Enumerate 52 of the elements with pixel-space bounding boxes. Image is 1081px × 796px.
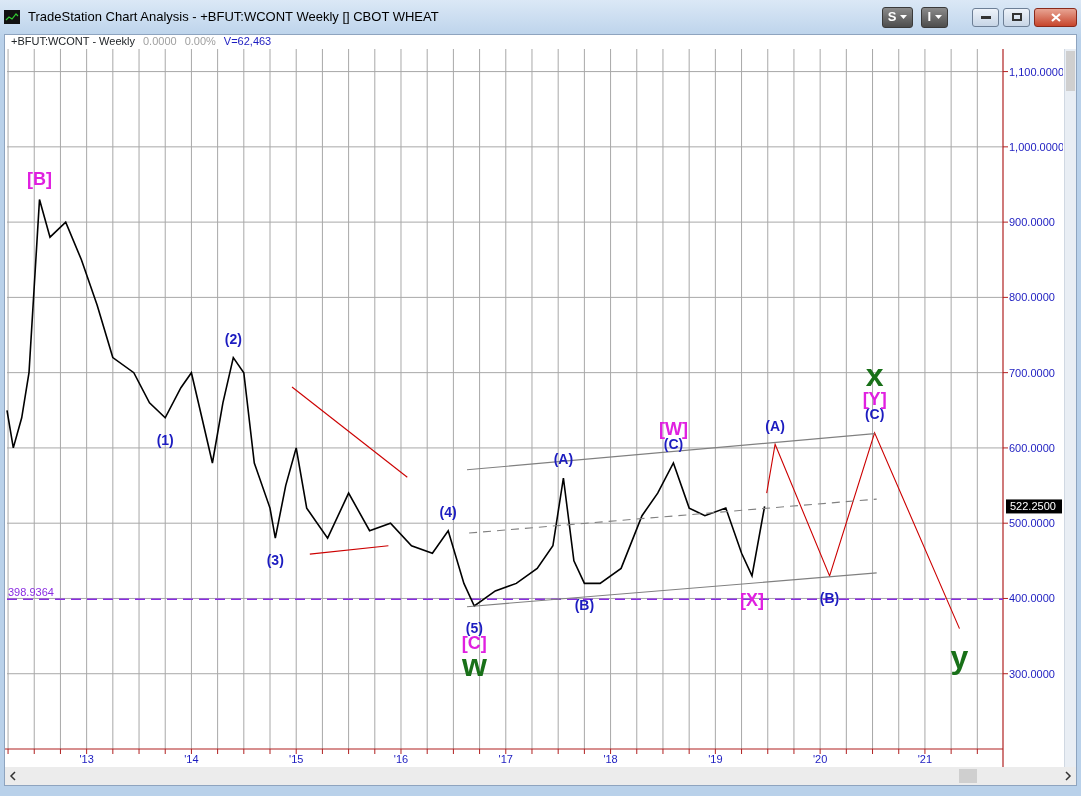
scroll-left-icon[interactable] [9,771,16,781]
wave-label: (B) [819,589,840,606]
axis-label: 1,100.0000 [1009,65,1063,78]
volume-label: V=62,463 [223,35,272,49]
maximize-icon [1011,13,1022,21]
change-percent: 0.00% [184,35,216,49]
axis-label: '18 [603,753,618,765]
scroll-thumb[interactable] [1066,51,1075,91]
close-icon [1050,12,1061,22]
axis-label: 300.0000 [1009,667,1055,680]
axis-label: 400.0000 [1009,592,1055,605]
axis-label: '13 [79,753,94,765]
axis-label: 500.0000 [1009,517,1055,530]
scroll-thumb[interactable] [959,769,977,783]
axis-label: '17 [498,753,513,765]
wave-label: [B] [27,169,52,190]
scroll-right-icon[interactable] [1065,771,1072,781]
caret-icon [900,15,908,19]
last-price-tag: 522.2500 [1006,499,1062,514]
axis-label: 900.0000 [1009,216,1055,229]
window-title: TradeStation Chart Analysis - +BFUT:WCONT Weekly [] CBOT WHEAT [28,8,440,27]
close-button[interactable] [1034,7,1077,27]
wave-label: [W] [658,419,688,440]
wave-label: (2) [224,331,242,347]
minimize-button[interactable] [972,7,999,27]
wave-label: y [950,639,969,676]
app-icon [4,10,20,24]
axis-label: '16 [393,753,409,765]
axis-label: '20 [812,753,828,765]
axis-label: '21 [917,753,933,765]
wave-label: (4) [439,504,457,521]
axis-label: 700.0000 [1009,366,1055,379]
axis-label: '15 [289,753,304,765]
symbol-label: +BFUT:WCONT - Weekly [11,35,135,49]
axis-label: 1,000.0000 [1009,140,1063,153]
wave-label: (A) [553,451,574,468]
axis-label: '19 [708,753,723,765]
axis-label: '14 [184,753,199,765]
minimize-icon [980,15,991,19]
wave-label: (B) [574,597,595,614]
axis-label: 800.0000 [1009,291,1055,304]
maximize-button[interactable] [1003,7,1030,27]
wave-label: (3) [266,552,284,569]
dropdown-button[interactable]: I [921,6,948,28]
wave-label: (A) [765,417,785,434]
dropdown-button[interactable]: S [881,6,914,28]
change-value: 0.0000 [142,35,177,49]
caret-icon [935,15,942,19]
axis-label: 600.0000 [1009,441,1055,454]
wave-label: x [865,356,884,393]
support-level-label: 398.9364 [8,586,54,599]
wave-label: (1) [156,431,174,448]
